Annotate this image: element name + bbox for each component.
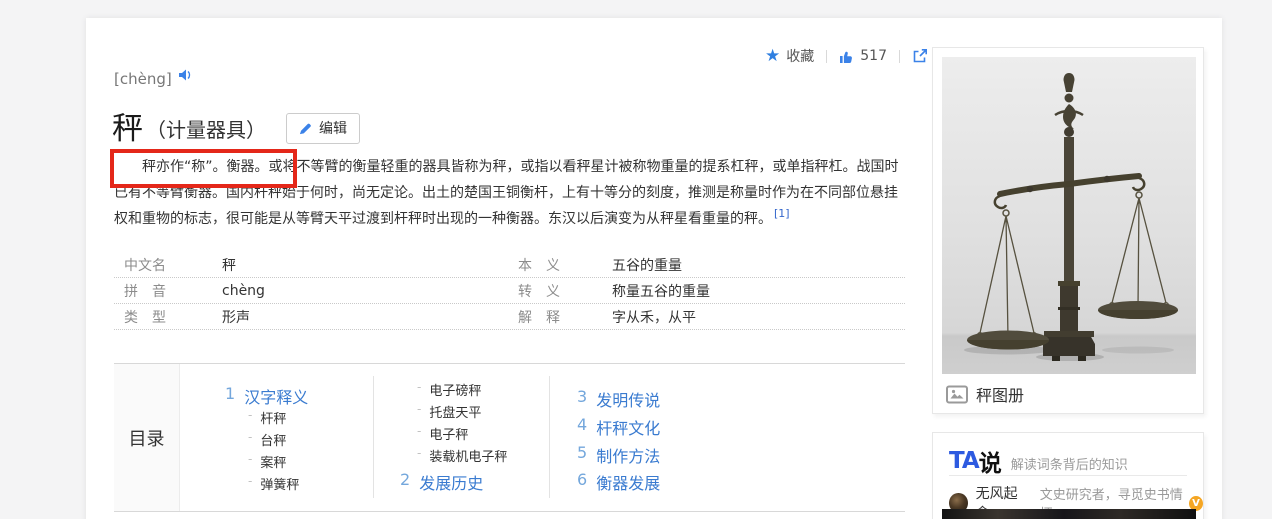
toc-section-title: 制作方法 xyxy=(596,447,661,466)
like-button[interactable]: 517 xyxy=(839,48,887,64)
album-link[interactable]: 秤图册 xyxy=(946,382,1024,406)
toc-section-number: 1 xyxy=(225,384,236,403)
infobox-value: 形声 xyxy=(222,309,250,326)
dash-bullet: - xyxy=(248,452,253,466)
infobox-label: 中文名 xyxy=(124,257,166,274)
dash-bullet: - xyxy=(417,380,422,394)
toc-section-number: 3 xyxy=(577,387,588,406)
toc-subitem[interactable]: - 弹簧秤 xyxy=(248,474,299,493)
pinyin-text: [chèng] xyxy=(114,70,172,88)
toc-subitem-label: 电子秤 xyxy=(429,428,469,443)
scale-photo[interactable] xyxy=(942,57,1196,374)
dash-bullet: - xyxy=(417,446,422,460)
baike-page: ★ 收藏 517 39 [chèng] 秤 （计量器具） xyxy=(0,0,1272,519)
edit-label: 编辑 xyxy=(319,120,347,136)
toc-subitem[interactable]: - 台秤 xyxy=(248,430,286,449)
favorite-label: 收藏 xyxy=(786,49,815,65)
summary-paragraph: 秤亦作“称”。衡器。或将不等臂的衡量轻重的器具皆称为秤，或指以看秤星计被称物重量… xyxy=(114,154,907,232)
toc-section-6[interactable]: 6 衡器发展 xyxy=(577,470,660,494)
toc-subitem[interactable]: - 电子秤 xyxy=(417,424,468,443)
toc-section-5[interactable]: 5 制作方法 xyxy=(577,443,660,467)
toc-subitem-label: 电子磅秤 xyxy=(429,384,482,399)
infobox-label: 类 型 xyxy=(124,309,166,326)
page-title: 秤 xyxy=(112,111,144,147)
toc-subitem-label: 杆秤 xyxy=(260,412,287,427)
tashuo-card: TA 说 解读词条背后的知识 无风起念 文史研究者，寻觅史书情怀 V xyxy=(932,432,1204,519)
speaker-icon[interactable] xyxy=(178,68,192,82)
album-label: 秤图册 xyxy=(976,386,1025,405)
toc-section-2[interactable]: 2 发展历史 xyxy=(400,470,483,494)
infobox-row: 拼 音 chèng 转 义 称量五谷的重量 xyxy=(114,278,905,304)
toc-subitem[interactable]: - 托盘天平 xyxy=(417,402,481,421)
toc-section-title: 汉字释义 xyxy=(244,388,309,407)
infobox-value: chèng xyxy=(222,282,265,299)
dash-bullet: - xyxy=(248,430,253,444)
dash-bullet: - xyxy=(417,424,422,438)
toc-section-number: 6 xyxy=(577,470,588,489)
tashuo-article-thumbnail[interactable] xyxy=(942,509,1196,519)
divider xyxy=(949,475,1187,476)
toc-subitem-label: 托盘天平 xyxy=(429,406,482,421)
page-title-qualifier: （计量器具） xyxy=(146,118,266,142)
star-icon: ★ xyxy=(765,45,781,66)
infobox-label: 拼 音 xyxy=(124,283,166,300)
share-icon xyxy=(913,49,927,63)
toc-label: 目录 xyxy=(114,364,180,511)
toc-subitem-label: 弹簧秤 xyxy=(260,478,300,493)
infobox-value: 五谷的重量 xyxy=(612,257,682,274)
infobox-label: 解 释 xyxy=(518,309,560,326)
pronunciation-row: [chèng] xyxy=(114,68,192,88)
edit-button[interactable]: 编辑 xyxy=(286,113,360,144)
toc-subitem-label: 案秤 xyxy=(260,456,287,471)
balance-scale-image xyxy=(942,57,1196,374)
infobox-value: 称量五谷的重量 xyxy=(612,283,710,300)
infobox-row: 类 型 形声 解 释 字从禾，从平 xyxy=(114,304,905,330)
toc-section-1[interactable]: 1 汉字释义 xyxy=(225,384,308,408)
summary-highlighted-text: 秤亦作“称”。衡器。 xyxy=(142,159,269,175)
toc-section-title: 发明传说 xyxy=(596,391,661,410)
dash-bullet: - xyxy=(417,402,422,416)
divider xyxy=(898,49,900,63)
toc-subitem-label: 装载机电子秤 xyxy=(429,450,508,465)
infobox-value: 秤 xyxy=(222,257,236,274)
toc-section-title: 衡器发展 xyxy=(596,474,661,493)
tashuo-header: TA 说 解读词条背后的知识 xyxy=(949,444,1128,478)
tashuo-logo-ta: TA xyxy=(949,448,980,474)
divider xyxy=(826,49,828,63)
toc-section-title: 杆秤文化 xyxy=(596,419,661,438)
album-card: 秤图册 xyxy=(932,47,1204,414)
table-of-contents: 目录 1 汉字释义 - 杆秤 - 台秤 - 案秤 - 弹簧秤 - 电子磅秤 - … xyxy=(114,363,905,512)
divider xyxy=(549,376,550,498)
reference-link[interactable]: [1] xyxy=(774,207,790,220)
toc-section-4[interactable]: 4 杆秤文化 xyxy=(577,415,660,439)
dash-bullet: - xyxy=(248,474,253,488)
toc-subitem[interactable]: - 装载机电子秤 xyxy=(417,446,507,465)
infobox-label: 转 义 xyxy=(518,283,560,300)
toc-section-number: 2 xyxy=(400,470,411,489)
action-bar: ★ 收藏 517 39 xyxy=(765,46,952,66)
infobox-row: 中文名 秤 本 义 五谷的重量 xyxy=(114,252,905,278)
tashuo-logo-shuo: 说 xyxy=(978,451,1002,477)
infobox: 中文名 秤 本 义 五谷的重量 拼 音 chèng 转 义 称量五谷的重量 类 … xyxy=(114,252,905,330)
tashuo-subtitle: 解读词条背后的知识 xyxy=(1010,458,1128,473)
toc-subitem[interactable]: - 杆秤 xyxy=(248,408,286,427)
toc-subitem-label: 台秤 xyxy=(260,434,287,449)
toc-section-3[interactable]: 3 发明传说 xyxy=(577,387,660,411)
toc-subitem[interactable]: - 电子磅秤 xyxy=(417,380,481,399)
toc-section-number: 5 xyxy=(577,443,588,462)
picture-icon xyxy=(946,385,968,403)
thumbs-up-icon xyxy=(840,51,853,63)
like-count: 517 xyxy=(860,48,887,64)
title-row: 秤 （计量器具） 编辑 xyxy=(112,103,360,148)
infobox-value: 字从禾，从平 xyxy=(612,309,696,326)
infobox-label: 本 义 xyxy=(518,257,560,274)
toc-section-title: 发展历史 xyxy=(419,474,484,493)
divider xyxy=(373,376,374,498)
pencil-icon xyxy=(299,123,311,134)
dash-bullet: - xyxy=(248,408,253,422)
toc-subitem[interactable]: - 案秤 xyxy=(248,452,286,471)
toc-section-number: 4 xyxy=(577,415,588,434)
favorite-button[interactable]: ★ 收藏 xyxy=(765,46,814,66)
